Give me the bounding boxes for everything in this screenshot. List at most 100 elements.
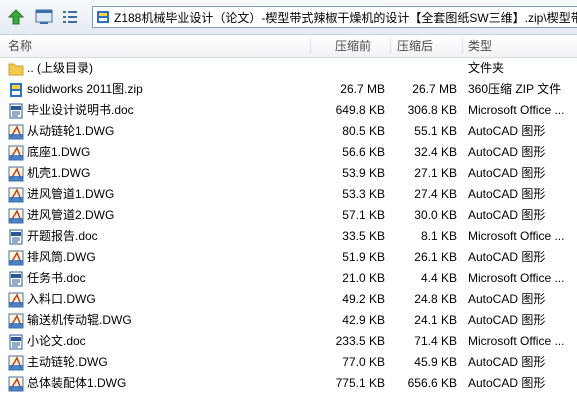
list-item[interactable]: 输送机传动辊.DWG 42.9 KB 24.1 KB AutoCAD 图形 (0, 310, 577, 331)
doc-icon (8, 229, 24, 245)
dwg-icon (8, 208, 24, 224)
file-type: Microsoft Office ... (468, 334, 565, 348)
compressed-size: 306.8 KB (407, 103, 457, 117)
folder-icon (8, 61, 24, 77)
dwg-icon (8, 166, 24, 182)
compressed-size: 26.7 MB (412, 82, 457, 96)
window-icon[interactable] (34, 7, 54, 27)
compressed-size: 24.8 KB (414, 292, 457, 306)
file-name: 进风管道2.DWG (27, 208, 115, 222)
dwg-icon (8, 145, 24, 161)
list-item[interactable]: .. (上级目录) 文件夹 (0, 58, 577, 79)
compressed-size: 55.1 KB (414, 124, 457, 138)
compressed-size: 27.1 KB (414, 166, 457, 180)
file-name-cell[interactable]: 小论文.doc (8, 331, 308, 352)
dwg-icon (8, 313, 24, 329)
address-path: Z188机械毕业设计（论文）-楔型带式辣椒干燥机的设计【全套图纸SW三维】.zi… (114, 10, 577, 25)
file-name-cell[interactable]: .. (上级目录) (8, 58, 308, 79)
file-name-cell[interactable]: 输送机传动辊.DWG (8, 310, 308, 331)
file-name-cell[interactable]: solidworks 2011图.zip (8, 79, 308, 100)
compressed-size: 45.9 KB (414, 355, 457, 369)
file-type: AutoCAD 图形 (468, 355, 546, 369)
compressed-size: 24.1 KB (414, 313, 457, 327)
packed-size: 42.9 KB (342, 313, 385, 327)
dwg-icon (8, 187, 24, 203)
compressed-size: 32.4 KB (414, 145, 457, 159)
list-item[interactable]: 小论文.doc 233.5 KB 71.4 KB Microsoft Office .… (0, 331, 577, 352)
file-name-cell[interactable]: 总体装配体1.DWG (8, 373, 308, 394)
compressed-size: 26.1 KB (414, 250, 457, 264)
packed-size: 49.2 KB (342, 292, 385, 306)
file-name-cell[interactable]: 排风筒.DWG (8, 247, 308, 268)
list-item[interactable]: 任务书.doc 21.0 KB 4.4 KB Microsoft Office ... (0, 268, 577, 289)
list-item[interactable]: solidworks 2011图.zip 26.7 MB 26.7 MB 360压缩 … (0, 79, 577, 100)
compressed-size: 656.6 KB (407, 376, 457, 390)
file-name-cell[interactable]: 底座1.DWG (8, 142, 308, 163)
packed-size: 80.5 KB (342, 124, 385, 138)
file-list: .. (上级目录) 文件夹 solidworks 2011图.zip 26.7 MB 2… (0, 58, 577, 394)
list-item[interactable]: 开题报告.doc 33.5 KB 8.1 KB Microsoft Office ..… (0, 226, 577, 247)
dwg-icon (8, 355, 24, 371)
file-name: 毕业设计说明书.doc (27, 103, 134, 117)
list-item[interactable]: 底座1.DWG 56.6 KB 32.4 KB AutoCAD 图形 (0, 142, 577, 163)
packed-size: 53.9 KB (342, 166, 385, 180)
file-type: AutoCAD 图形 (468, 187, 546, 201)
file-name: 排风筒.DWG (27, 250, 96, 264)
doc-icon (8, 103, 24, 119)
compressed-size: 27.4 KB (414, 187, 457, 201)
file-type: AutoCAD 图形 (468, 292, 546, 306)
compressed-size: 71.4 KB (414, 334, 457, 348)
header-name[interactable]: 名称 (0, 35, 310, 57)
header-size[interactable]: 压缩后 (391, 35, 463, 57)
column-header: 名称 压缩前 压缩后 类型 (0, 35, 577, 58)
file-name-cell[interactable]: 任务书.doc (8, 268, 308, 289)
list-item[interactable]: 入料口.DWG 49.2 KB 24.8 KB AutoCAD 图形 (0, 289, 577, 310)
list-item[interactable]: 主动链轮.DWG 77.0 KB 45.9 KB AutoCAD 图形 (0, 352, 577, 373)
file-type: AutoCAD 图形 (468, 124, 546, 138)
file-type: AutoCAD 图形 (468, 376, 546, 390)
file-type: Microsoft Office ... (468, 229, 565, 243)
details-view-icon[interactable] (60, 7, 80, 27)
up-arrow-icon[interactable] (6, 7, 26, 27)
file-type: Microsoft Office ... (468, 271, 565, 285)
file-name-cell[interactable]: 进风管道2.DWG (8, 205, 308, 226)
file-name: 输送机传动辊.DWG (27, 313, 132, 327)
header-type[interactable]: 类型 (463, 35, 577, 57)
list-item[interactable]: 从动链轮1.DWG 80.5 KB 55.1 KB AutoCAD 图形 (0, 121, 577, 142)
file-type: AutoCAD 图形 (468, 313, 546, 327)
file-name-cell[interactable]: 开题报告.doc (8, 226, 308, 247)
header-packed[interactable]: 压缩前 (311, 35, 391, 57)
address-bar[interactable]: Z188机械毕业设计（论文）-楔型带式辣椒干燥机的设计【全套图纸SW三维】.zi… (92, 6, 577, 28)
file-type: AutoCAD 图形 (468, 166, 546, 180)
file-type: 360压缩 ZIP 文件 (468, 82, 562, 96)
file-name-cell[interactable]: 从动链轮1.DWG (8, 121, 308, 142)
list-item[interactable]: 进风管道1.DWG 53.3 KB 27.4 KB AutoCAD 图形 (0, 184, 577, 205)
file-name-cell[interactable]: 主动链轮.DWG (8, 352, 308, 373)
file-name: 机壳1.DWG (27, 166, 91, 180)
list-item[interactable]: 机壳1.DWG 53.9 KB 27.1 KB AutoCAD 图形 (0, 163, 577, 184)
file-type: AutoCAD 图形 (468, 145, 546, 159)
packed-size: 51.9 KB (342, 250, 385, 264)
file-name: 主动链轮.DWG (27, 355, 108, 369)
file-name: 入料口.DWG (27, 292, 96, 306)
file-type: 文件夹 (468, 61, 505, 75)
compressed-size: 30.0 KB (414, 208, 457, 222)
list-item[interactable]: 进风管道2.DWG 57.1 KB 30.0 KB AutoCAD 图形 (0, 205, 577, 226)
file-name: 进风管道1.DWG (27, 187, 115, 201)
list-item[interactable]: 毕业设计说明书.doc 649.8 KB 306.8 KB Microsoft Off… (0, 100, 577, 121)
file-name-cell[interactable]: 入料口.DWG (8, 289, 308, 310)
doc-icon (8, 334, 24, 350)
file-type: AutoCAD 图形 (468, 208, 546, 222)
file-name-cell[interactable]: 毕业设计说明书.doc (8, 100, 308, 121)
toolbar: Z188机械毕业设计（论文）-楔型带式辣椒干燥机的设计【全套图纸SW三维】.zi… (0, 0, 577, 35)
file-name-cell[interactable]: 机壳1.DWG (8, 163, 308, 184)
file-name: 从动链轮1.DWG (27, 124, 115, 138)
packed-size: 649.8 KB (335, 103, 385, 117)
list-item[interactable]: 排风筒.DWG 51.9 KB 26.1 KB AutoCAD 图形 (0, 247, 577, 268)
file-name-cell[interactable]: 进风管道1.DWG (8, 184, 308, 205)
dwg-icon (8, 124, 24, 140)
file-name: 底座1.DWG (27, 145, 91, 159)
zip-icon (96, 10, 110, 24)
file-type: AutoCAD 图形 (468, 250, 546, 264)
list-item[interactable]: 总体装配体1.DWG 775.1 KB 656.6 KB AutoCAD 图形 (0, 373, 577, 394)
